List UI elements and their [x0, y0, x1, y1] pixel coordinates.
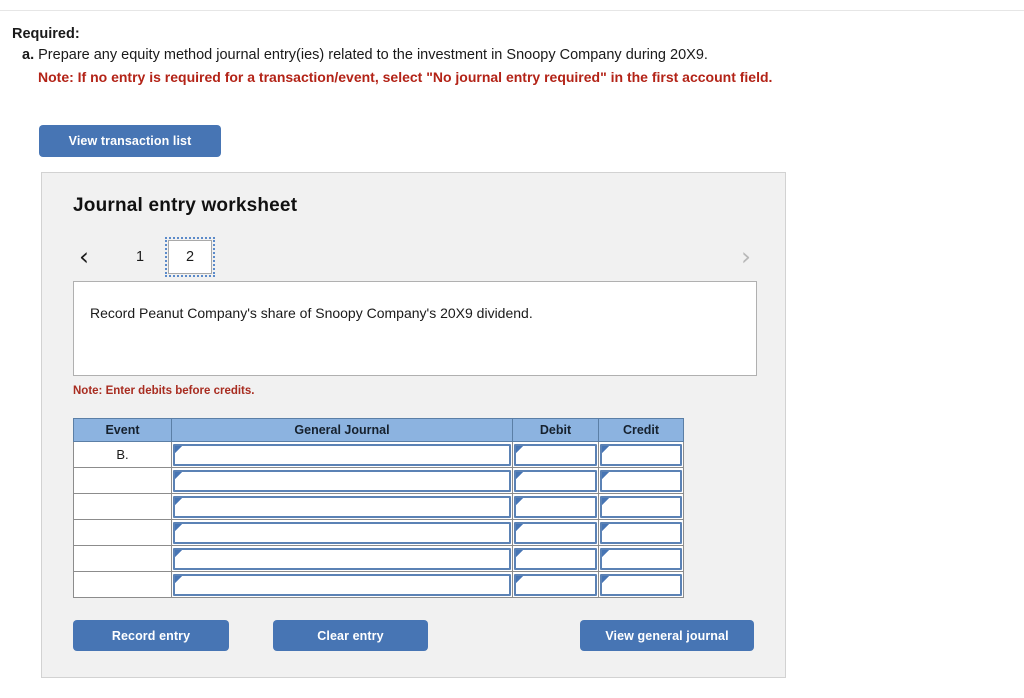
- worksheet-title: Journal entry worksheet: [73, 195, 298, 216]
- cell-general-journal[interactable]: [171, 545, 513, 572]
- clear-entry-button[interactable]: Clear entry: [273, 620, 428, 651]
- required-section: Required: a. Prepare any equity method j…: [12, 24, 972, 88]
- transaction-description-text: Record Peanut Company's share of Snoopy …: [90, 305, 533, 321]
- account-select-4[interactable]: [173, 547, 511, 570]
- column-header-general-journal: General Journal: [171, 418, 513, 442]
- view-general-journal-button[interactable]: View general journal: [580, 620, 754, 651]
- page-root: Required: a. Prepare any equity method j…: [0, 0, 1024, 698]
- record-entry-button[interactable]: Record entry: [73, 620, 229, 651]
- account-select-0[interactable]: [173, 443, 511, 466]
- cell-event: B.: [73, 441, 172, 468]
- top-divider: [0, 10, 1024, 11]
- chevron-left-icon[interactable]: ‹: [73, 235, 95, 277]
- debit-input-3[interactable]: [514, 521, 597, 544]
- cell-general-journal[interactable]: [171, 441, 513, 468]
- credit-input-0[interactable]: [600, 443, 682, 466]
- cell-event: [73, 467, 172, 494]
- table-row: [73, 519, 684, 546]
- credit-input-3[interactable]: [600, 521, 682, 544]
- account-select-5[interactable]: [173, 573, 511, 596]
- table-row: B.: [73, 441, 684, 468]
- column-header-debit: Debit: [512, 418, 599, 442]
- credit-input-4[interactable]: [600, 547, 682, 570]
- cell-credit[interactable]: [598, 441, 684, 468]
- journal-entry-worksheet-panel: Journal entry worksheet ‹ 1 2 › Record P…: [41, 172, 786, 678]
- debits-before-credits-note: Note: Enter debits before credits.: [73, 385, 255, 397]
- required-item-a: a. Prepare any equity method journal ent…: [12, 44, 972, 66]
- worksheet-pager: ‹ 1 2 ›: [73, 235, 757, 277]
- cell-general-journal[interactable]: [171, 519, 513, 546]
- chevron-right-icon[interactable]: ›: [735, 235, 757, 277]
- cell-event: [73, 545, 172, 572]
- account-select-2[interactable]: [173, 495, 511, 518]
- cell-debit[interactable]: [512, 441, 599, 468]
- required-heading: Required:: [12, 26, 80, 42]
- credit-input-2[interactable]: [600, 495, 682, 518]
- cell-credit[interactable]: [598, 467, 684, 494]
- cell-debit[interactable]: [512, 545, 599, 572]
- debit-input-2[interactable]: [514, 495, 597, 518]
- transaction-description-box: Record Peanut Company's share of Snoopy …: [73, 281, 757, 376]
- account-select-1[interactable]: [173, 469, 511, 492]
- table-row: [73, 545, 684, 572]
- required-item-label: a.: [22, 47, 35, 63]
- cell-debit[interactable]: [512, 519, 599, 546]
- cell-credit[interactable]: [598, 571, 684, 598]
- cell-credit[interactable]: [598, 493, 684, 520]
- cell-debit[interactable]: [512, 493, 599, 520]
- table-row: [73, 571, 684, 598]
- debit-input-1[interactable]: [514, 469, 597, 492]
- worksheet-tab-1[interactable]: 1: [121, 240, 159, 274]
- table-header-row: Event General Journal Debit Credit: [73, 418, 684, 442]
- view-transaction-list-button[interactable]: View transaction list: [39, 125, 221, 157]
- cell-event: [73, 519, 172, 546]
- cell-credit[interactable]: [598, 545, 684, 572]
- cell-credit[interactable]: [598, 519, 684, 546]
- required-note: Note: If no entry is required for a tran…: [38, 69, 773, 85]
- journal-entry-table: Event General Journal Debit Credit B.: [73, 418, 684, 598]
- cell-debit[interactable]: [512, 467, 599, 494]
- debit-input-4[interactable]: [514, 547, 597, 570]
- cell-event: [73, 493, 172, 520]
- debit-input-0[interactable]: [514, 443, 597, 466]
- debit-input-5[interactable]: [514, 573, 597, 596]
- cell-general-journal[interactable]: [171, 493, 513, 520]
- column-header-event: Event: [73, 418, 172, 442]
- cell-debit[interactable]: [512, 571, 599, 598]
- table-body: B.: [73, 441, 684, 598]
- credit-input-1[interactable]: [600, 469, 682, 492]
- table-row: [73, 467, 684, 494]
- cell-general-journal[interactable]: [171, 467, 513, 494]
- worksheet-tab-2[interactable]: 2: [165, 237, 215, 277]
- cell-event: [73, 571, 172, 598]
- cell-general-journal[interactable]: [171, 571, 513, 598]
- credit-input-5[interactable]: [600, 573, 682, 596]
- table-row: [73, 493, 684, 520]
- column-header-credit: Credit: [598, 418, 684, 442]
- account-select-3[interactable]: [173, 521, 511, 544]
- required-item-text: Prepare any equity method journal entry(…: [38, 47, 708, 63]
